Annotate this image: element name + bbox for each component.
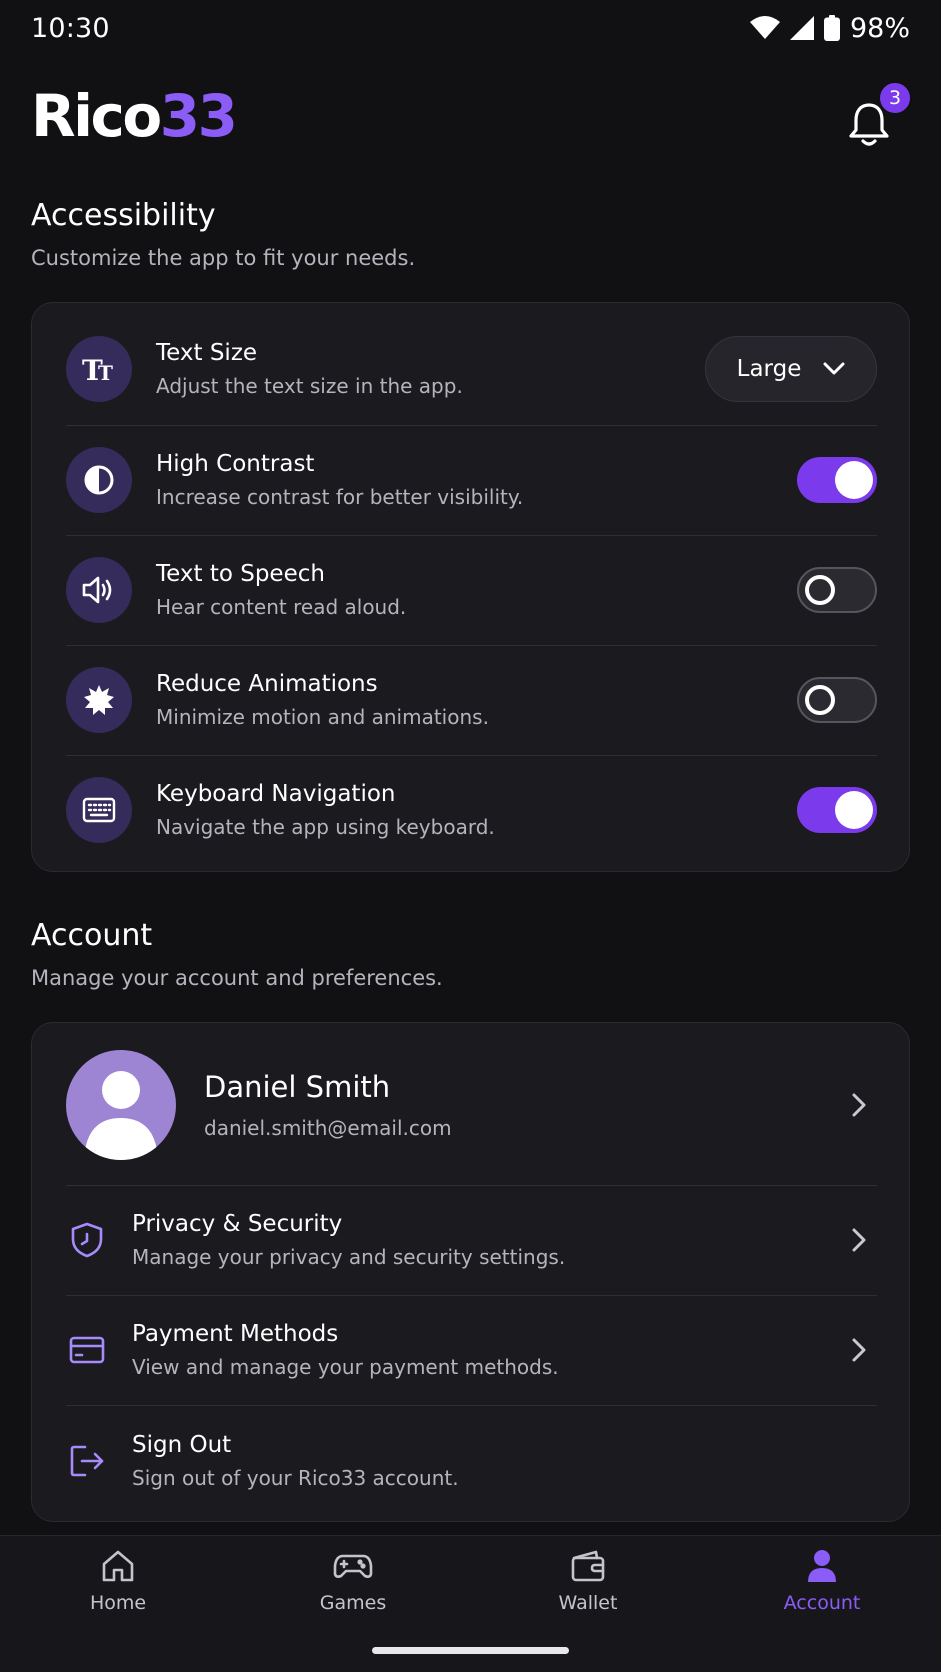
svg-text:T: T [98,361,113,384]
wifi-icon [749,16,780,40]
reduce-animations-title: Reduce Animations [156,671,378,697]
accessibility-heading: Accessibility [31,198,216,233]
privacy-security-desc: Manage your privacy and security setting… [132,1245,566,1269]
profile-email: daniel.smith@email.com [204,1116,452,1140]
sign-out-title: Sign Out [132,1432,232,1458]
payment-methods-title: Payment Methods [132,1321,339,1347]
home-indicator[interactable] [372,1647,569,1654]
account-card: Daniel Smith daniel.smith@email.com Priv… [31,1022,910,1522]
high-contrast-row: High Contrast Increase contrast for bett… [66,447,877,513]
burst-icon [66,667,132,733]
nav-account[interactable]: Account [742,1548,902,1638]
divider [66,425,877,426]
profile-row[interactable]: Daniel Smith daniel.smith@email.com [66,1050,877,1160]
account-heading: Account [31,918,153,953]
home-icon [102,1550,134,1582]
text-size-select[interactable]: Large [705,336,877,402]
text-to-speech-desc: Hear content read aloud. [156,595,407,619]
nav-wallet-label: Wallet [558,1592,618,1614]
text-to-speech-row: Text to Speech Hear content read aloud. [66,557,877,623]
keyboard-navigation-toggle[interactable] [797,787,877,833]
text-size-icon: TT [66,336,132,402]
keyboard-navigation-desc: Navigate the app using keyboard. [156,815,495,839]
chevron-down-icon [823,362,845,375]
battery-percentage: 98% [849,12,910,44]
sign-out-desc: Sign out of your Rico33 account. [132,1466,459,1490]
chevron-right-icon [852,1338,866,1362]
privacy-security-title: Privacy & Security [132,1211,343,1237]
avatar [66,1050,176,1160]
keyboard-icon [66,777,132,843]
text-size-value: Large [736,356,802,382]
payment-methods-row[interactable]: Payment Methods View and manage your pay… [66,1313,877,1387]
app-logo: Rico33 [31,82,238,150]
notification-badge: 3 [878,81,912,115]
divider [66,1185,877,1186]
divider [66,645,877,646]
app-header: Rico33 3 [31,80,912,152]
high-contrast-toggle[interactable] [797,457,877,503]
speaker-icon [66,557,132,623]
gamepad-icon [333,1554,373,1578]
account-subtitle: Manage your account and preferences. [31,966,443,990]
text-size-title: Text Size [156,340,258,366]
nav-home-label: Home [89,1592,147,1614]
reduce-animations-desc: Minimize motion and animations. [156,705,489,729]
nav-home[interactable]: Home [38,1548,198,1638]
nav-games[interactable]: Games [273,1548,433,1638]
contrast-icon [66,447,132,513]
divider [66,755,877,756]
notifications-button[interactable]: 3 [844,81,912,151]
profile-name: Daniel Smith [204,1070,391,1104]
privacy-security-row[interactable]: Privacy & Security Manage your privacy a… [66,1203,877,1277]
nav-games-label: Games [319,1592,387,1614]
chevron-right-icon [852,1228,866,1252]
signal-icon [789,16,814,40]
accessibility-subtitle: Customize the app to fit your needs. [31,246,416,270]
keyboard-navigation-row: Keyboard Navigation Navigate the app usi… [66,777,877,843]
status-bar: 10:30 98% [0,0,941,56]
text-size-row: TT Text Size Adjust the text size in the… [66,336,877,402]
person-icon [808,1550,836,1582]
sign-out-row[interactable]: Sign Out Sign out of your Rico33 account… [66,1424,877,1498]
text-to-speech-title: Text to Speech [156,561,325,587]
keyboard-navigation-title: Keyboard Navigation [156,781,396,807]
reduce-animations-row: Reduce Animations Minimize motion and an… [66,667,877,733]
battery-icon [823,15,840,41]
chevron-right-icon [852,1093,866,1117]
payment-methods-desc: View and manage your payment methods. [132,1355,559,1379]
credit-card-icon [66,1329,108,1371]
text-to-speech-toggle[interactable] [797,567,877,613]
nav-wallet[interactable]: Wallet [508,1548,668,1638]
sign-out-icon [66,1440,108,1482]
shield-icon [66,1219,108,1261]
status-time: 10:30 [31,12,110,44]
divider [66,1295,877,1296]
reduce-animations-toggle[interactable] [797,677,877,723]
nav-account-label: Account [783,1592,861,1614]
high-contrast-title: High Contrast [156,451,315,477]
divider [66,535,877,536]
wallet-icon [571,1550,605,1582]
divider [66,1405,877,1406]
accessibility-card: TT Text Size Adjust the text size in the… [31,302,910,872]
status-icons: 98% [749,12,910,44]
text-size-desc: Adjust the text size in the app. [156,374,463,398]
high-contrast-desc: Increase contrast for better visibility. [156,485,524,509]
